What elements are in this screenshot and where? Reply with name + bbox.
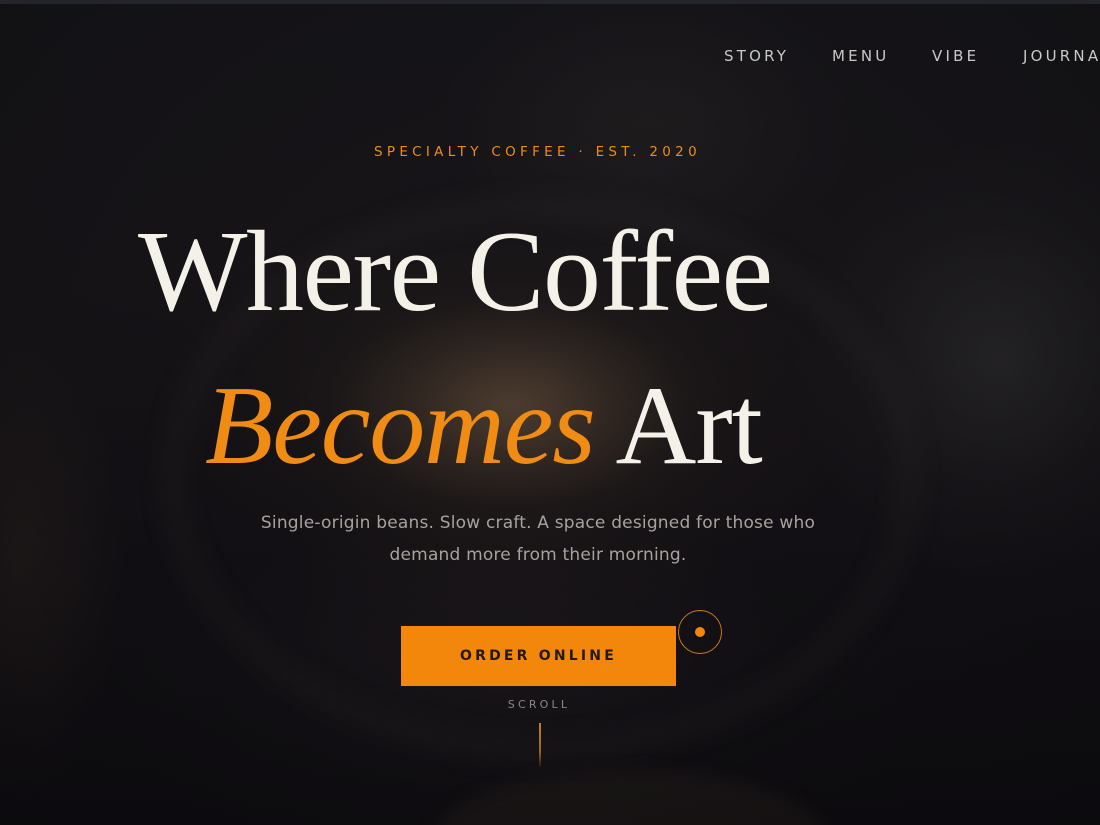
subtitle-line-2: demand more from their morning.	[389, 545, 687, 565]
coffee-landing-page: STORY MENU VIBE JOURNAL SPECIALTY COFFEE…	[0, 0, 1100, 825]
order-online-button[interactable]: ORDER ONLINE	[401, 626, 676, 686]
scroll-indicator-label: SCROLL	[507, 698, 571, 711]
nav-link-vibe[interactable]: VIBE	[932, 47, 979, 65]
hero-subtitle: Single-origin beans. Slow craft. A space…	[0, 507, 1076, 571]
hero-section: SPECIALTY COFFEE · EST. 2020 Where Coffe…	[0, 0, 1100, 825]
hero-eyebrow: SPECIALTY COFFEE · EST. 2020	[374, 144, 701, 160]
main-navigation: STORY MENU VIBE JOURNAL	[680, 47, 1100, 67]
top-strip	[0, 0, 1100, 4]
nav-link-story[interactable]: STORY	[724, 47, 789, 65]
subtitle-line-1: Single-origin beans. Slow craft. A space…	[260, 513, 816, 533]
nav-link-menu[interactable]: MENU	[832, 47, 889, 65]
scroll-indicator-line	[539, 723, 541, 767]
nav-link-journal[interactable]: JOURNAL	[1023, 47, 1100, 65]
headline-accent-word: Becomes	[205, 364, 596, 489]
headline-line-2: Becomes Art	[205, 370, 925, 482]
cursor-dot-icon	[695, 627, 705, 637]
headline-line-2-word: Art	[615, 364, 762, 489]
headline-line-1: Where Coffee	[138, 208, 773, 337]
